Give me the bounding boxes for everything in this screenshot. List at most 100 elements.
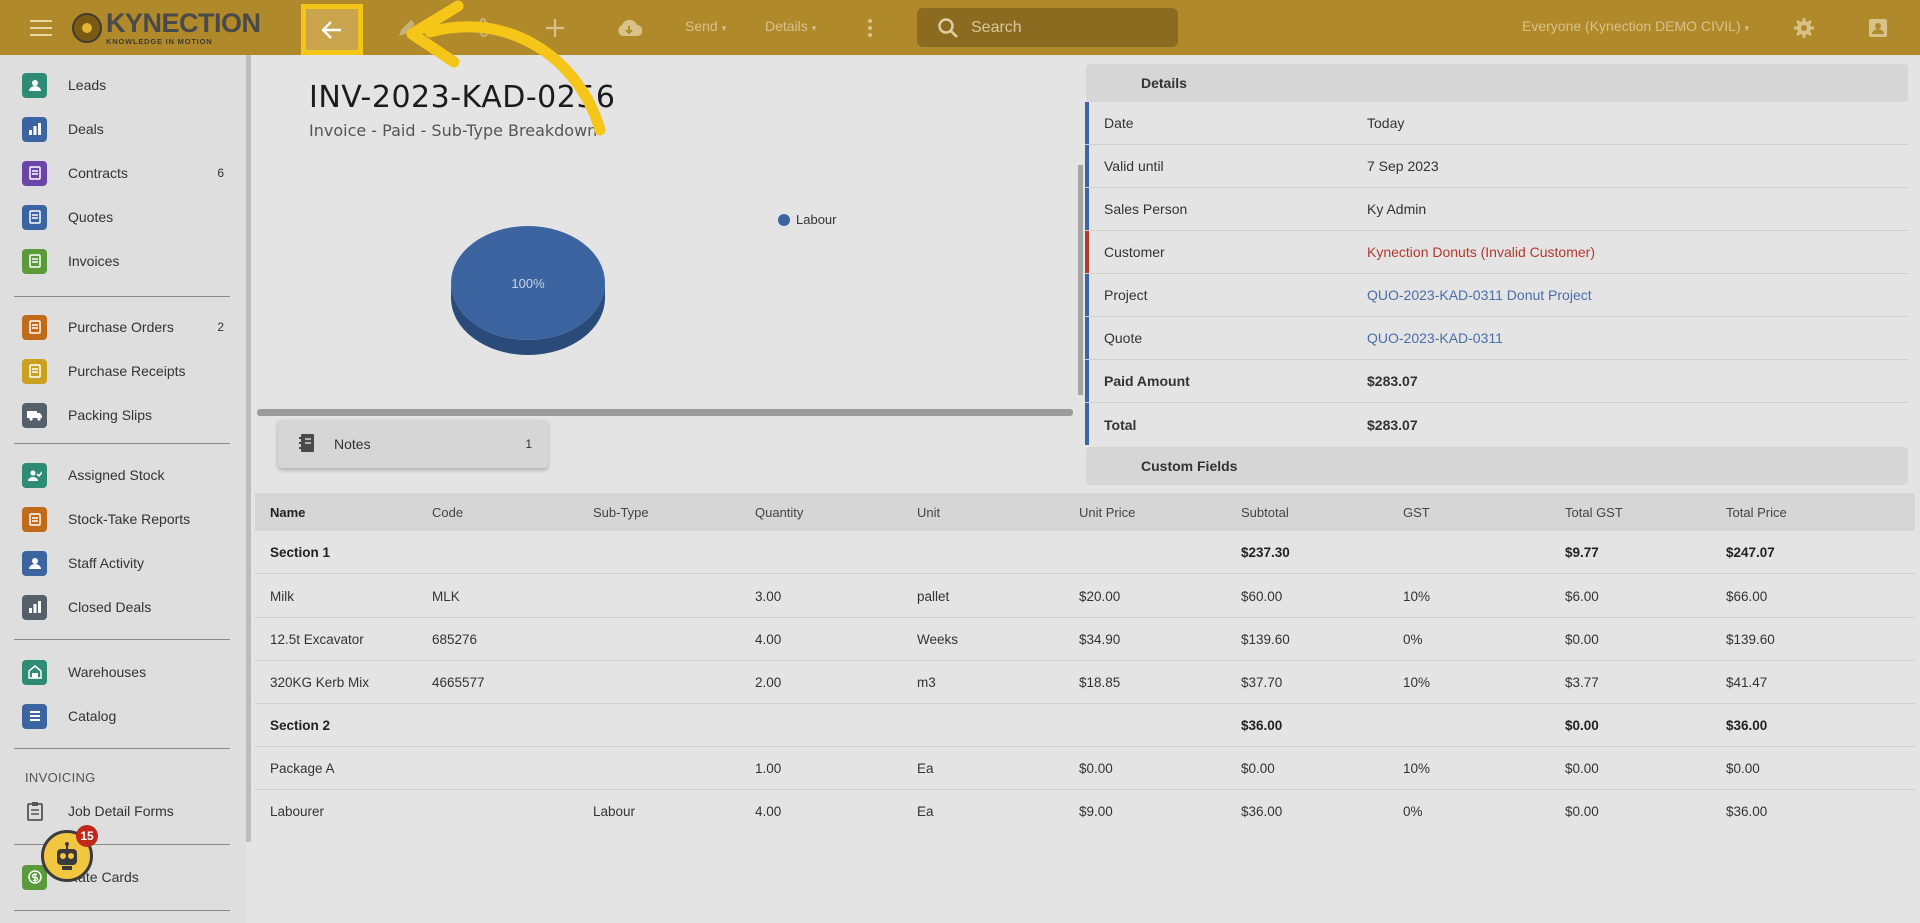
row-accent	[1085, 102, 1089, 144]
column-header-unit[interactable]: Unit	[917, 505, 940, 520]
gear-icon[interactable]	[1792, 16, 1816, 40]
bar-chart-icon	[22, 116, 47, 142]
sidebar-item-label: Quotes	[68, 209, 114, 225]
cell-gst: 10%	[1403, 761, 1431, 776]
sidebar-item-assigned-stock[interactable]: Assigned Stock	[0, 453, 246, 497]
detail-value: 7 Sep 2023	[1367, 158, 1439, 174]
sidebar-item-contracts[interactable]: Contracts 6	[0, 151, 246, 195]
row-accent	[1085, 403, 1089, 445]
add-icon[interactable]	[543, 16, 567, 40]
table-row[interactable]: 12.5t Excavator 685276 4.00 Weeks $34.90…	[255, 618, 1915, 661]
chart-horizontal-scrollbar[interactable]	[257, 409, 1073, 416]
cell-unit: Weeks	[917, 632, 959, 647]
cell-total-price: $139.60	[1726, 632, 1775, 647]
details-header-label: Details	[1141, 75, 1187, 91]
sidebar-item-invoices[interactable]: Invoices	[0, 239, 246, 283]
detail-row-valid-until: Valid until 7 Sep 2023	[1085, 145, 1908, 188]
detail-key: Date	[1104, 115, 1134, 131]
sidebar-item-label: Job Detail Forms	[68, 803, 174, 819]
column-header-total-gst[interactable]: Total GST	[1565, 505, 1623, 520]
cell-code: 4665577	[432, 675, 485, 690]
cell-total-gst: $0.00	[1565, 718, 1599, 733]
custom-fields-section-header[interactable]: Custom Fields	[1086, 447, 1908, 485]
sidebar-item-staff-activity[interactable]: Staff Activity	[0, 541, 246, 585]
sidebar-item-job-detail-forms[interactable]: Job Detail Forms	[0, 789, 246, 833]
column-header-gst[interactable]: GST	[1403, 505, 1430, 520]
details-menu[interactable]: Details ▾	[765, 18, 816, 34]
cloud-download-icon[interactable]	[615, 16, 643, 40]
cell-unit-price: $20.00	[1079, 589, 1121, 604]
sidebar-item-closed-deals[interactable]: Closed Deals	[0, 585, 246, 629]
cell-name: 12.5t Excavator	[270, 632, 364, 647]
search-box[interactable]	[917, 8, 1178, 47]
column-header-quantity[interactable]: Quantity	[755, 505, 803, 520]
count-badge: 6	[217, 166, 224, 180]
sidebar: Leads Deals Contracts 6 Quotes Invoices …	[0, 55, 246, 923]
cell-total-gst: $0.00	[1565, 804, 1599, 819]
sidebar-divider	[14, 910, 230, 911]
sidebar-item-label: Invoices	[68, 253, 120, 269]
caret-down-icon: ▾	[721, 23, 727, 33]
quote-link[interactable]: QUO-2023-KAD-0311	[1367, 330, 1503, 346]
column-header-unit-price[interactable]: Unit Price	[1079, 505, 1135, 520]
more-vertical-icon[interactable]	[860, 16, 880, 40]
sidebar-divider	[14, 296, 230, 297]
table-section-row[interactable]: Section 1 $237.30 $9.77 $247.07	[255, 531, 1915, 574]
hamburger-menu-icon[interactable]	[29, 16, 53, 40]
cell-name: Section 2	[270, 718, 331, 733]
sidebar-item-warehouses[interactable]: Warehouses	[0, 650, 246, 694]
sidebar-item-packing-slips[interactable]: Packing Slips	[0, 393, 246, 437]
customer-link[interactable]: Kynection Donuts (Invalid Customer)	[1367, 244, 1595, 260]
cell-total-gst: $6.00	[1565, 589, 1599, 604]
kynection-logo[interactable]: KYNECTION KNOWLEDGE IN MOTION	[72, 10, 261, 46]
table-row[interactable]: Milk MLK 3.00 pallet $20.00 $60.00 10% $…	[255, 575, 1915, 618]
sidebar-item-deals[interactable]: Deals	[0, 107, 246, 151]
send-menu[interactable]: Send ▾	[685, 18, 726, 34]
table-row[interactable]: Labourer Labour 4.00 Ea $9.00 $36.00 0% …	[255, 790, 1915, 833]
details-section-header[interactable]: Details	[1086, 64, 1908, 102]
cell-quantity: 3.00	[755, 589, 782, 604]
edit-icon[interactable]	[395, 16, 419, 40]
cell-total-price: $247.07	[1726, 545, 1775, 560]
chart-vertical-scrollbar[interactable]	[1078, 165, 1083, 395]
send-menu-label: Send	[685, 18, 718, 34]
catalog-icon	[22, 703, 47, 729]
detail-key: Total	[1104, 416, 1137, 433]
column-header-sub-type[interactable]: Sub-Type	[593, 505, 649, 520]
sidebar-item-purchase-receipts[interactable]: Purchase Receipts	[0, 349, 246, 393]
cell-total-price: $66.00	[1726, 589, 1768, 604]
legend-label: Labour	[796, 212, 837, 227]
table-row[interactable]: 320KG Kerb Mix 4665577 2.00 m3 $18.85 $3…	[255, 661, 1915, 704]
count-badge: 2	[217, 320, 224, 334]
document-icon	[22, 314, 47, 340]
column-header-total-price[interactable]: Total Price	[1726, 505, 1787, 520]
robot-icon	[57, 842, 77, 870]
sidebar-item-purchase-orders[interactable]: Purchase Orders 2	[0, 305, 246, 349]
sidebar-item-quotes[interactable]: Quotes	[0, 195, 246, 239]
sidebar-item-leads[interactable]: Leads	[0, 63, 246, 107]
sidebar-item-rate-cards[interactable]: Rate Cards	[0, 855, 246, 899]
column-header-code[interactable]: Code	[432, 505, 463, 520]
detail-value: Ky Admin	[1367, 201, 1427, 217]
cell-total-gst: $9.77	[1565, 545, 1599, 560]
attach-icon[interactable]	[472, 16, 496, 40]
search-input[interactable]	[971, 18, 1151, 37]
arrow-left-icon	[322, 20, 341, 39]
sidebar-item-stock-take-reports[interactable]: Stock-Take Reports	[0, 497, 246, 541]
account-icon[interactable]	[1866, 16, 1890, 40]
table-row[interactable]: Package A 1.00 Ea $0.00 $0.00 10% $0.00 …	[255, 747, 1915, 790]
project-link[interactable]: QUO-2023-KAD-0311 Donut Project	[1367, 287, 1592, 303]
organization-selector[interactable]: Everyone (Kynection DEMO CIVIL) ▾	[1522, 18, 1749, 34]
column-header-subtotal[interactable]: Subtotal	[1241, 505, 1289, 520]
sidebar-item-label: Packing Slips	[68, 407, 153, 423]
column-header-name[interactable]: Name	[270, 505, 305, 520]
notes-count: 1	[525, 437, 532, 451]
table-section-row[interactable]: Section 2 $36.00 $0.00 $36.00	[255, 704, 1915, 747]
document-icon	[22, 204, 47, 230]
notes-card[interactable]: Notes 1	[278, 420, 548, 468]
sidebar-scrollbar[interactable]	[246, 55, 251, 842]
detail-key: Sales Person	[1104, 201, 1188, 217]
row-accent	[1085, 360, 1089, 402]
back-button[interactable]	[301, 4, 363, 55]
sidebar-item-catalog[interactable]: Catalog	[0, 694, 246, 738]
